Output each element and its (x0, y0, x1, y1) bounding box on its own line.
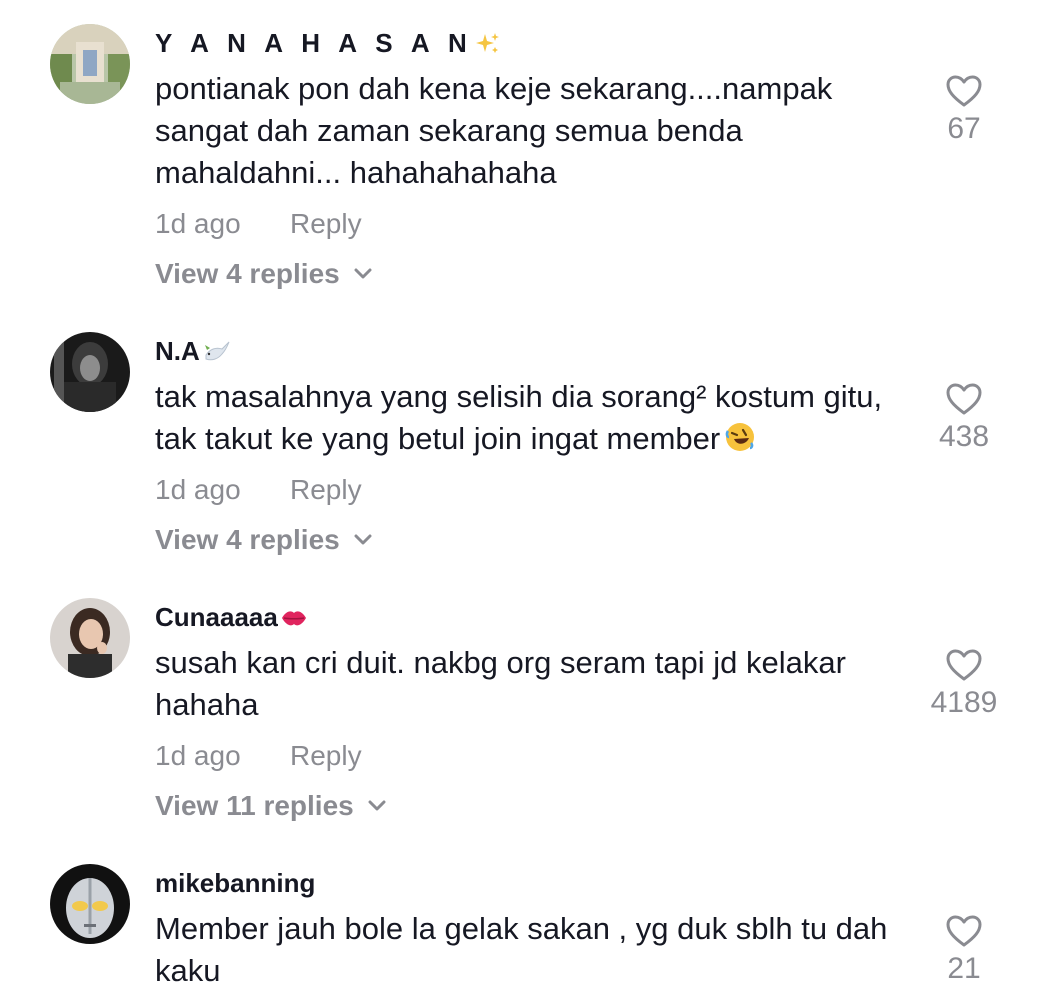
reply-button[interactable]: Reply (290, 474, 362, 506)
rolling-on-floor-laughing-icon (724, 421, 756, 453)
comment-time: 1d ago (155, 474, 241, 505)
like-button[interactable]: 4189 (924, 648, 1004, 720)
avatar[interactable] (50, 598, 130, 678)
chevron-down-icon (354, 268, 372, 280)
comment-text: tak masalahnya yang selisih dia sorang² … (155, 379, 883, 456)
reply-button[interactable]: Reply (290, 208, 362, 240)
comment-time: 1d ago (155, 208, 241, 239)
view-replies-label: View 4 replies (155, 258, 340, 289)
comment-text: Member jauh bole la gelak sakan , yg duk… (155, 911, 888, 988)
view-replies-button[interactable]: View 4 replies (155, 258, 372, 290)
like-button[interactable]: 438 (924, 382, 1004, 454)
comment-meta: 1d ago Reply (155, 208, 362, 240)
like-count: 21 (947, 952, 981, 985)
avatar[interactable] (50, 864, 130, 944)
heart-icon (924, 74, 1004, 108)
like-count: 4189 (930, 686, 998, 719)
view-replies-button[interactable]: View 11 replies (155, 790, 386, 822)
comment-meta: 1d ago Reply (155, 740, 362, 772)
like-count: 438 (938, 420, 990, 453)
heart-icon (924, 382, 1004, 416)
chevron-down-icon (368, 800, 386, 812)
like-count: 67 (947, 112, 981, 145)
heart-icon (924, 648, 1004, 682)
chevron-down-icon (354, 534, 372, 546)
username[interactable]: Y A N A H A S A N (155, 28, 501, 59)
like-button[interactable]: 67 (924, 74, 1004, 146)
sparkles-icon (475, 31, 501, 57)
avatar[interactable] (50, 332, 130, 412)
avatar[interactable] (50, 24, 130, 104)
comment-text: susah kan cri duit. nakbg org seram tapi… (155, 645, 846, 722)
username[interactable]: N.A (155, 336, 230, 367)
dove-icon (202, 339, 230, 365)
comment-meta: 1d ago Reply (155, 474, 362, 506)
like-button[interactable]: 21 (924, 914, 1004, 986)
reply-button[interactable]: Reply (290, 740, 362, 772)
view-replies-button[interactable]: View 4 replies (155, 524, 372, 556)
kiss-mark-icon (280, 607, 308, 629)
heart-icon (924, 914, 1004, 948)
view-replies-label: View 4 replies (155, 524, 340, 555)
comment-time: 1d ago (155, 740, 241, 771)
username[interactable]: Cunaaaaa (155, 602, 308, 633)
comment-text: pontianak pon dah kena keje sekarang....… (155, 71, 833, 190)
username[interactable]: mikebanning (155, 868, 315, 899)
view-replies-label: View 11 replies (155, 790, 354, 821)
